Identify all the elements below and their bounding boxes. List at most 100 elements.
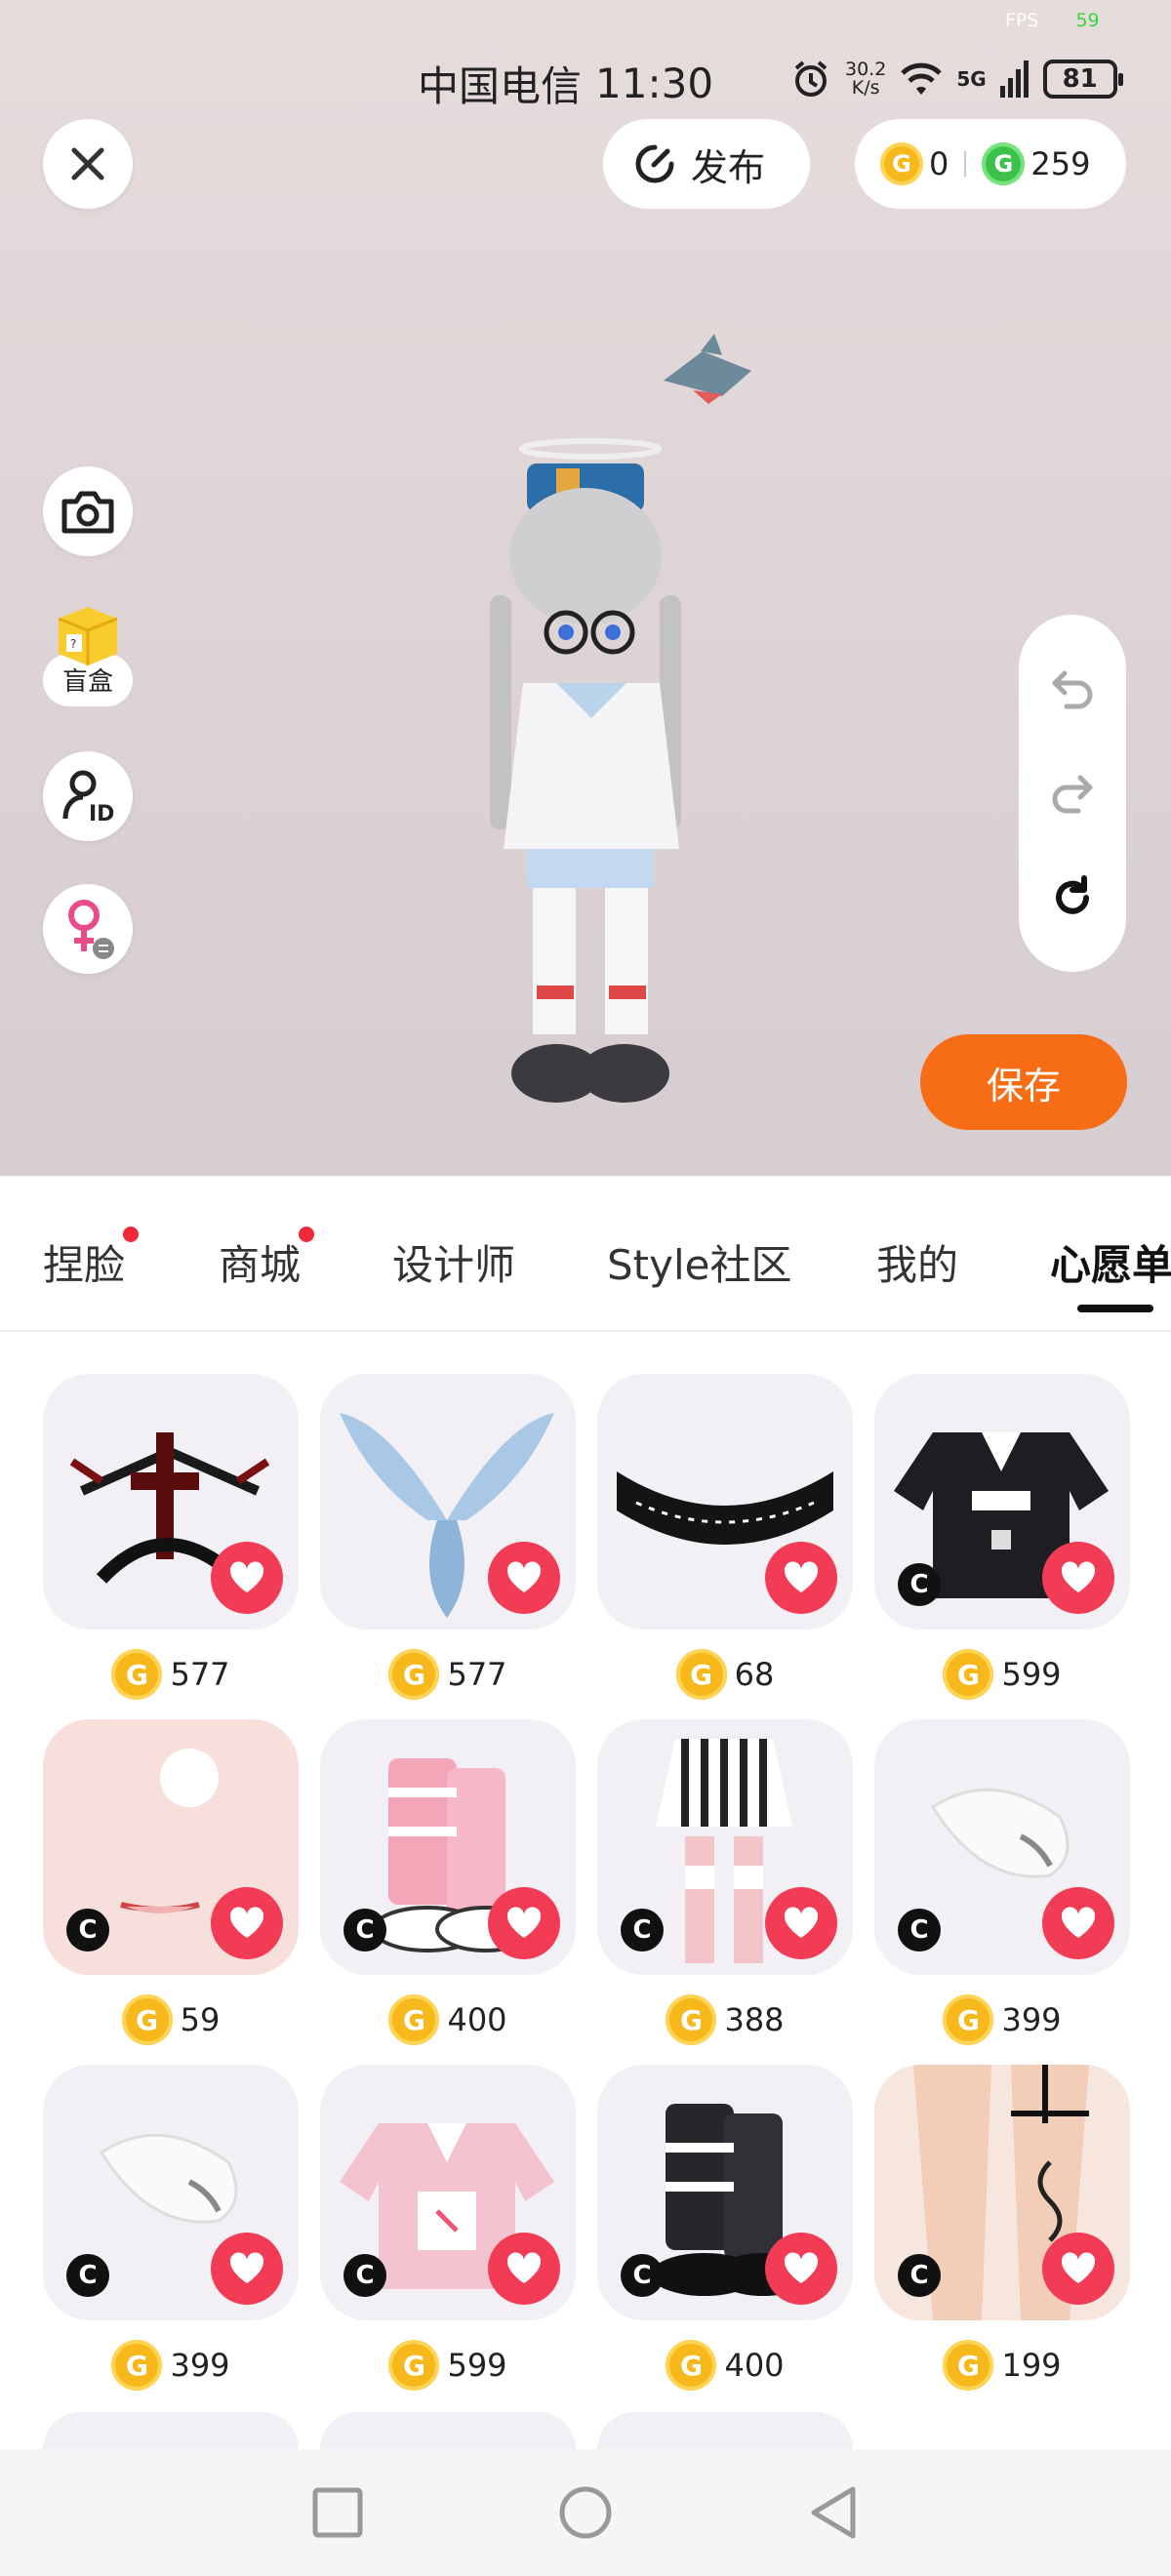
gold-coin-icon: G (943, 1994, 994, 2045)
tab-designer[interactable]: 设计师 (392, 1232, 515, 1292)
item-price: G 59 (43, 1975, 299, 2065)
wishlist-item-pink-maid-hoodie[interactable]: C G 599 (320, 2065, 576, 2410)
item-thumbnail[interactable]: C (320, 2065, 576, 2320)
item-price: G 577 (43, 1630, 299, 1719)
price-value: 577 (447, 1656, 507, 1693)
item-thumbnail[interactable]: C (43, 1719, 299, 1975)
wishlist-heart-button[interactable] (1042, 1542, 1114, 1614)
item-price: G 599 (320, 2320, 576, 2410)
gender-switch-button[interactable] (43, 884, 133, 974)
item-thumbnail[interactable]: C (597, 1719, 853, 1975)
tab-style-community[interactable]: Style社区 (607, 1232, 792, 1292)
wishlist-item-black-striped-boots[interactable]: C G 400 (597, 2065, 853, 2410)
wishlist-item-black-maid-hoodie[interactable]: C G 599 (874, 1374, 1130, 1719)
tab-face[interactable]: 捏脸 (43, 1227, 140, 1292)
wishlist-heart-button[interactable] (1042, 1887, 1114, 1959)
creator-badge-icon: C (343, 1909, 386, 1952)
price-value: 388 (724, 2001, 785, 2038)
item-thumbnail[interactable]: C (43, 2065, 299, 2320)
wishlist-heart-button[interactable] (488, 2233, 560, 2305)
gold-coin-icon: G (666, 1994, 717, 2045)
notification-dot (299, 1227, 315, 1242)
list-item (320, 2412, 576, 2449)
status-icons: 30.2 K/s 5G 81 (790, 59, 1123, 100)
shark-pet[interactable] (654, 332, 771, 420)
gold-coin-icon: G (111, 1649, 163, 1700)
redo-icon[interactable] (1049, 770, 1096, 815)
wishlist-item-dark-cross-wings-effect[interactable]: G 577 (43, 1374, 299, 1719)
blind-box-button[interactable]: ? 盲盒 (43, 595, 133, 710)
list-item (43, 2412, 299, 2449)
svg-text:ID: ID (89, 802, 114, 825)
heart-icon (784, 1907, 819, 1938)
creator-badge-icon: C (898, 1563, 941, 1606)
currency-balance[interactable]: G 0 G 259 (855, 119, 1126, 209)
undo-icon[interactable] (1049, 665, 1096, 710)
recent-apps-icon[interactable] (312, 2487, 363, 2538)
price-value: 400 (447, 2001, 507, 2038)
item-thumbnail[interactable]: C (874, 2065, 1130, 2320)
wishlist-heart-button[interactable] (765, 2233, 837, 2305)
heart-icon (506, 2252, 542, 2283)
notification-dot (123, 1227, 140, 1242)
avatar-scene[interactable]: FPS 59 中国电信 11:30 30.2 K/s 5G 81 发布 G 0 G … (0, 0, 1171, 1176)
fps-counter: FPS 59 (1005, 10, 1100, 31)
price-value: 400 (724, 2347, 785, 2384)
wishlist-item-white-fluffy-tail[interactable]: C G 399 (874, 1719, 1130, 2065)
publish-label: 发布 (691, 145, 766, 189)
gold-coin-icon: G (388, 1649, 440, 1700)
svg-text:?: ? (70, 637, 76, 651)
net-speed: 30.2 K/s (845, 59, 887, 99)
heart-icon (229, 1907, 264, 1938)
tab-wishlist[interactable]: 心愿单 (1050, 1232, 1171, 1292)
wishlist-heart-button[interactable] (488, 1542, 560, 1614)
avatar-id-button[interactable]: ID (43, 751, 133, 841)
tab-mine[interactable]: 我的 (876, 1232, 958, 1292)
wishlist-heart-button[interactable] (211, 2233, 283, 2305)
close-button[interactable] (43, 119, 133, 209)
gold-coin-icon: G (121, 1994, 173, 2045)
item-thumbnail[interactable]: C (874, 1374, 1130, 1630)
camera-icon (61, 491, 114, 534)
creator-badge-icon: C (898, 1909, 941, 1952)
back-icon[interactable] (808, 2485, 859, 2540)
wishlist-item-leg-tattoo-garter[interactable]: C G 199 (874, 2065, 1130, 2410)
publish-button[interactable]: 发布 (603, 119, 810, 209)
save-button[interactable]: 保存 (920, 1034, 1127, 1130)
price-value: 599 (447, 2347, 507, 2384)
wishlist-item-blush-face-makeup[interactable]: C G 59 (43, 1719, 299, 2065)
creator-badge-icon: C (898, 2254, 941, 2297)
status-bar: 中国电信 11:30 (418, 54, 713, 112)
price-value: 599 (1001, 1656, 1062, 1693)
price-value: 68 (734, 1656, 775, 1693)
creator-badge-icon: C (66, 1909, 109, 1952)
network-type: 5G (956, 67, 987, 91)
wishlist-heart-button[interactable] (211, 1887, 283, 1959)
wishlist-heart-button[interactable] (211, 1542, 283, 1614)
item-thumbnail[interactable]: C (320, 1719, 576, 1975)
wishlist-heart-button[interactable] (765, 1542, 837, 1614)
camera-button[interactable] (43, 466, 133, 556)
wishlist-item-black-lace-choker[interactable]: G 68 (597, 1374, 853, 1719)
item-thumbnail[interactable] (320, 1374, 576, 1630)
wishlist-item-white-fluffy-tail-2[interactable]: C G 399 (43, 2065, 299, 2410)
wishlist-item-striped-skirt-outfit[interactable]: C G 388 (597, 1719, 853, 2065)
item-thumbnail[interactable] (597, 1374, 853, 1630)
item-thumbnail[interactable] (43, 1374, 299, 1630)
wishlist-item-ice-crystal-wings[interactable]: G 577 (320, 1374, 576, 1719)
creator-badge-icon: C (621, 1909, 664, 1952)
price-value: 577 (170, 1656, 230, 1693)
item-thumbnail[interactable]: C (597, 2065, 853, 2320)
item-thumbnail[interactable]: C (874, 1719, 1130, 1975)
tab-mall[interactable]: 商城 (219, 1227, 315, 1292)
reset-icon[interactable] (1049, 874, 1096, 921)
home-icon[interactable] (558, 2485, 613, 2540)
gold-coin-icon: G (111, 2340, 163, 2391)
edit-history-panel (1019, 615, 1126, 972)
wishlist-heart-button[interactable] (488, 1887, 560, 1959)
wishlist-heart-button[interactable] (765, 1887, 837, 1959)
gold-coin-icon: G (388, 1994, 440, 2045)
wishlist-heart-button[interactable] (1042, 2233, 1114, 2305)
avatar-character[interactable] (429, 322, 761, 1122)
wishlist-item-pink-striped-boots[interactable]: C G 400 (320, 1719, 576, 2065)
